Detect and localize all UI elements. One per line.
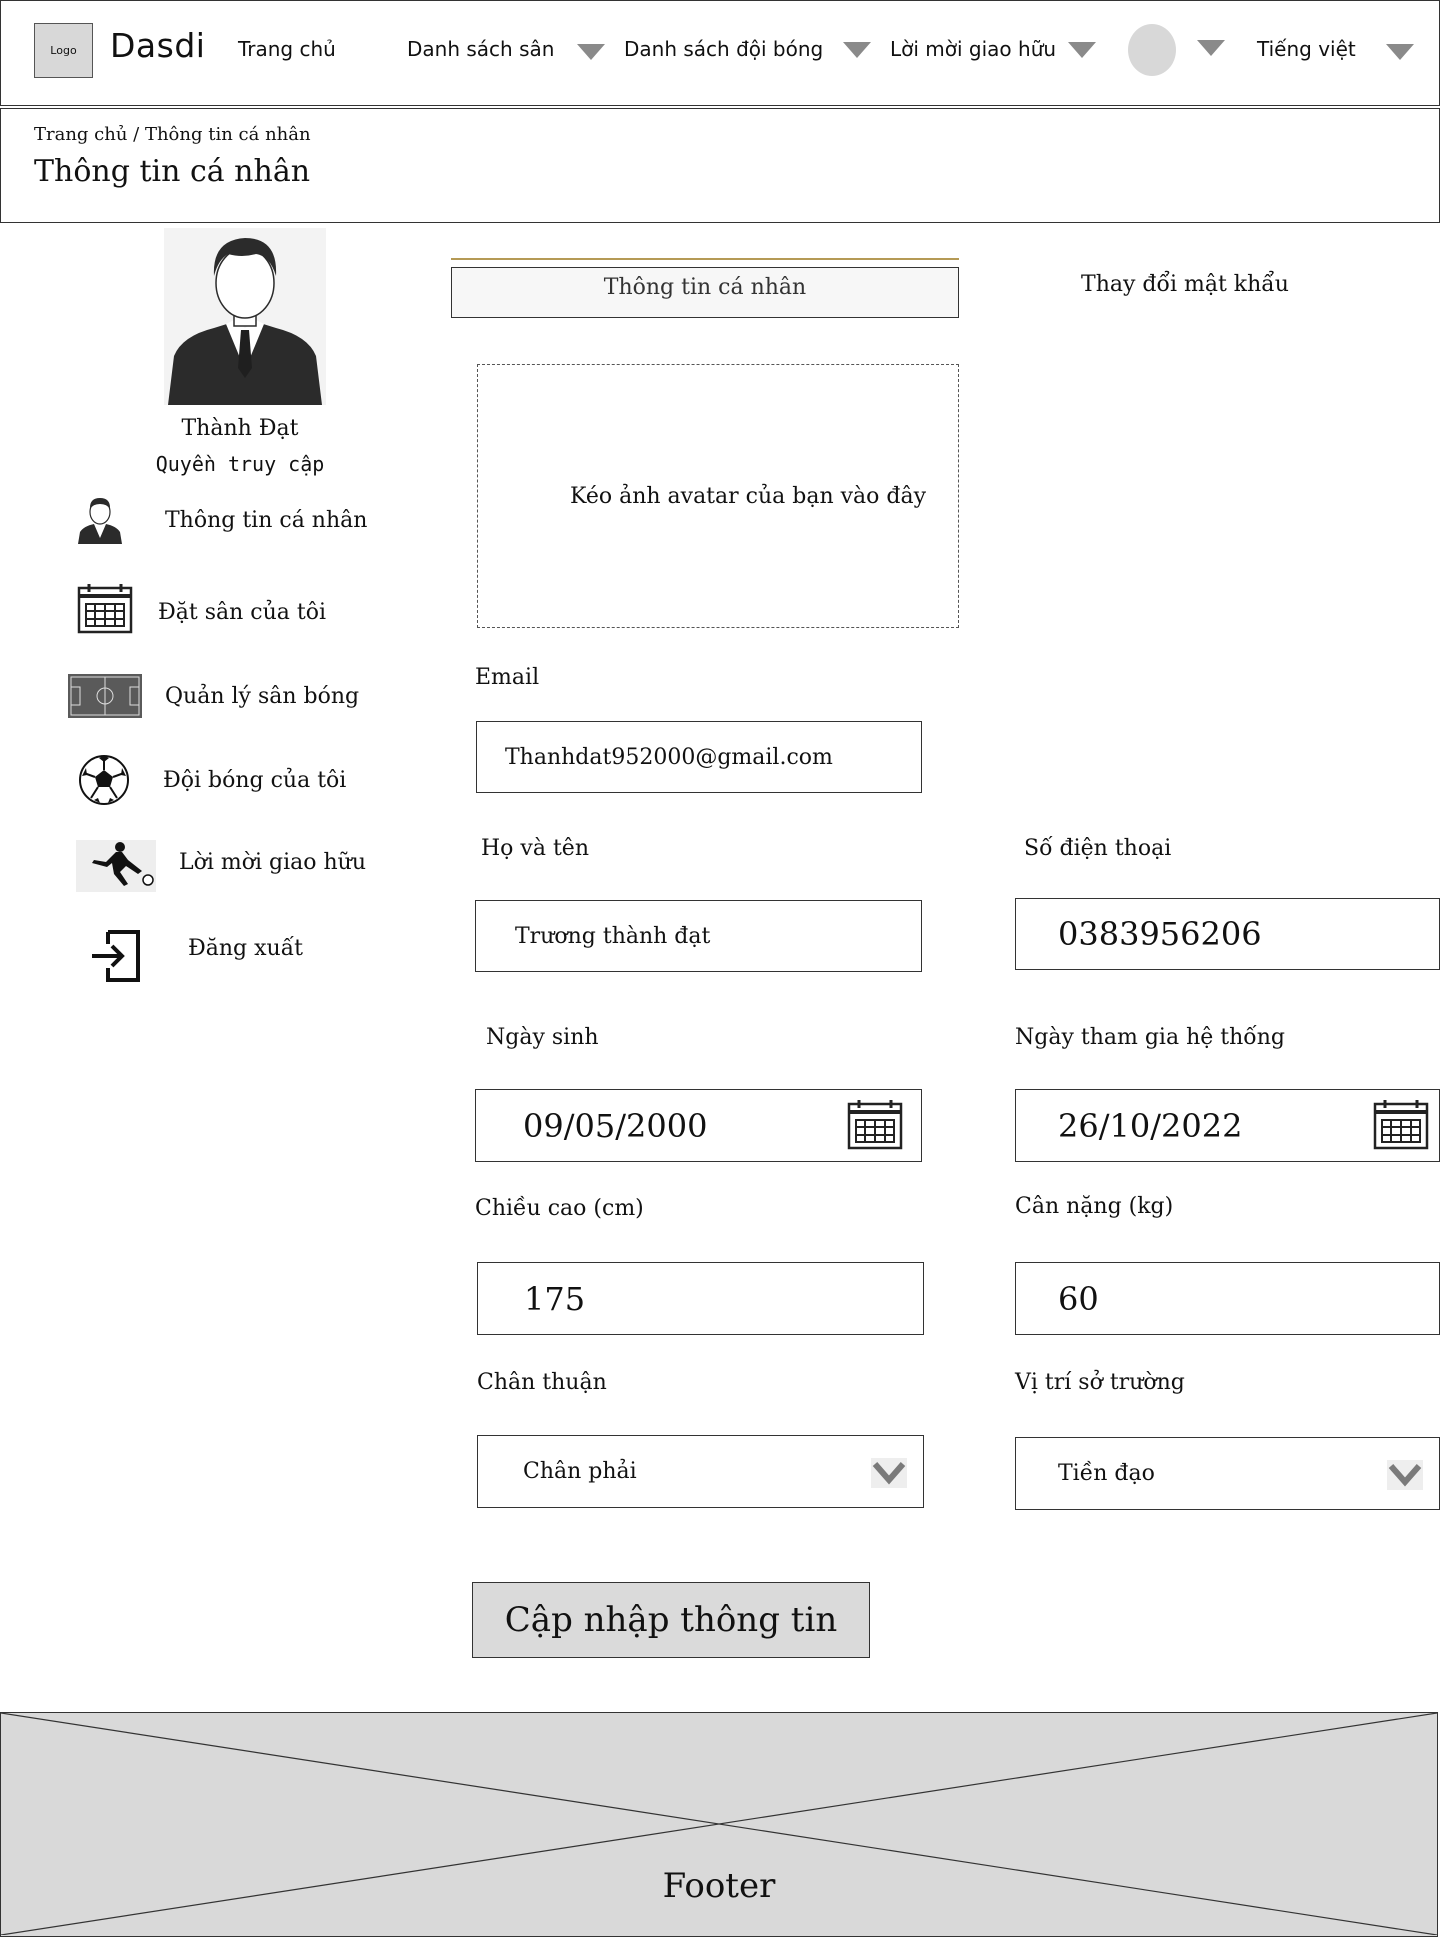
user-role: Quyền truy cập xyxy=(155,452,325,476)
sidebar-item-label: Lời mời giao hữu xyxy=(179,850,366,875)
phone-label: Số điện thoại xyxy=(1024,836,1172,861)
nav-invites[interactable]: Lời mời giao hữu xyxy=(890,37,1056,61)
height-value: 175 xyxy=(524,1279,586,1318)
page-title: Thông tin cá nhân xyxy=(34,154,311,189)
height-label: Chiều cao (cm) xyxy=(475,1196,644,1221)
nav-home[interactable]: Trang chủ xyxy=(238,37,336,61)
chevron-down-icon[interactable] xyxy=(1386,44,1414,60)
breadcrumb[interactable]: Trang chủ / Thông tin cá nhân xyxy=(34,124,311,145)
player-kick-icon xyxy=(76,840,156,892)
preferred-foot-select[interactable]: Chân phải xyxy=(477,1435,924,1508)
weight-label: Cân nặng (kg) xyxy=(1015,1194,1174,1219)
fullname-field[interactable]: Trương thành đạt xyxy=(475,900,922,972)
chevron-down-icon[interactable] xyxy=(577,44,605,60)
birthday-label: Ngày sinh xyxy=(486,1025,599,1050)
calendar-icon xyxy=(75,582,135,634)
birthday-value: 09/05/2000 xyxy=(523,1106,708,1145)
email-value: Thanhdat952000@gmail.com xyxy=(505,744,833,770)
foot-value: Chân phải xyxy=(523,1459,637,1484)
dropzone-text: Kéo ảnh avatar của bạn vào đây xyxy=(569,483,927,509)
sidebar-item-friendly-invites[interactable]: Lời mời giao hữu xyxy=(70,836,410,892)
nav-fields[interactable]: Danh sách sân xyxy=(407,37,554,61)
logo-label: Logo xyxy=(50,44,77,57)
chevron-down-icon[interactable] xyxy=(843,42,871,58)
sidebar-item-profile[interactable]: Thông tin cá nhân xyxy=(70,492,410,548)
joined-value: 26/10/2022 xyxy=(1058,1106,1243,1145)
logout-icon xyxy=(90,928,142,984)
sidebar-item-label: Quản lý sân bóng xyxy=(165,684,360,709)
sidebar-item-label: Đăng xuất xyxy=(188,936,304,961)
email-label: Email xyxy=(475,665,540,690)
chevron-down-icon[interactable] xyxy=(1387,1460,1423,1494)
profile-photo xyxy=(164,228,326,405)
brand-name[interactable]: Dasdi xyxy=(110,26,205,65)
avatar-dropzone[interactable]: Kéo ảnh avatar của bạn vào đây xyxy=(477,364,959,628)
sidebar-item-my-team[interactable]: Đội bóng của tôi xyxy=(70,752,410,808)
soccer-field-icon xyxy=(68,674,142,718)
fullname-label: Họ và tên xyxy=(481,836,589,861)
footer-label: Footer xyxy=(662,1866,776,1906)
sidebar-item-manage-fields[interactable]: Quản lý sân bóng xyxy=(68,668,408,724)
chevron-down-icon[interactable] xyxy=(1197,40,1225,56)
user-name: Thành Đạt xyxy=(181,416,299,441)
chevron-down-icon[interactable] xyxy=(871,1458,907,1492)
joined-label: Ngày tham gia hệ thống xyxy=(1015,1025,1285,1050)
calendar-icon[interactable] xyxy=(1371,1098,1431,1156)
email-field[interactable]: Thanhdat952000@gmail.com xyxy=(476,721,922,793)
sidebar-item-logout[interactable]: Đăng xuất xyxy=(70,924,410,984)
nav-teams[interactable]: Danh sách đội bóng xyxy=(624,37,823,61)
sidebar-item-label: Đội bóng của tôi xyxy=(163,768,347,793)
sidebar-item-my-bookings[interactable]: Đặt sân của tôi xyxy=(70,580,410,636)
calendar-icon[interactable] xyxy=(845,1098,905,1156)
phone-value: 0383956206 xyxy=(1058,915,1262,953)
person-icon xyxy=(76,494,124,544)
height-field[interactable]: 175 xyxy=(477,1262,924,1335)
update-info-label: Cập nhập thông tin xyxy=(504,1600,838,1640)
tab-active-indicator xyxy=(451,258,959,260)
birthday-field[interactable]: 09/05/2000 xyxy=(475,1089,922,1162)
sidebar-item-label: Thông tin cá nhân xyxy=(165,508,368,533)
position-label: Vị trí sở trường xyxy=(1015,1370,1185,1395)
tab-change-password[interactable]: Thay đổi mật khẩu xyxy=(1040,272,1330,297)
user-avatar[interactable] xyxy=(1128,24,1176,76)
joined-date-field[interactable]: 26/10/2022 xyxy=(1015,1089,1440,1162)
update-info-button[interactable]: Cập nhập thông tin xyxy=(472,1582,870,1658)
position-value: Tiền đạo xyxy=(1058,1461,1155,1486)
phone-field[interactable]: 0383956206 xyxy=(1015,898,1440,970)
sidebar-item-label: Đặt sân của tôi xyxy=(158,600,326,625)
foot-label: Chân thuận xyxy=(477,1370,607,1395)
fullname-value: Trương thành đạt xyxy=(515,923,711,949)
tab-personal-info[interactable]: Thông tin cá nhân xyxy=(451,267,959,318)
chevron-down-icon[interactable] xyxy=(1068,42,1096,58)
weight-value: 60 xyxy=(1058,1279,1099,1318)
soccer-ball-icon xyxy=(78,754,130,806)
language-selector[interactable]: Tiếng việt xyxy=(1257,37,1356,61)
position-select[interactable]: Tiền đạo xyxy=(1015,1437,1440,1510)
weight-field[interactable]: 60 xyxy=(1015,1262,1440,1335)
logo[interactable]: Logo xyxy=(34,23,93,78)
